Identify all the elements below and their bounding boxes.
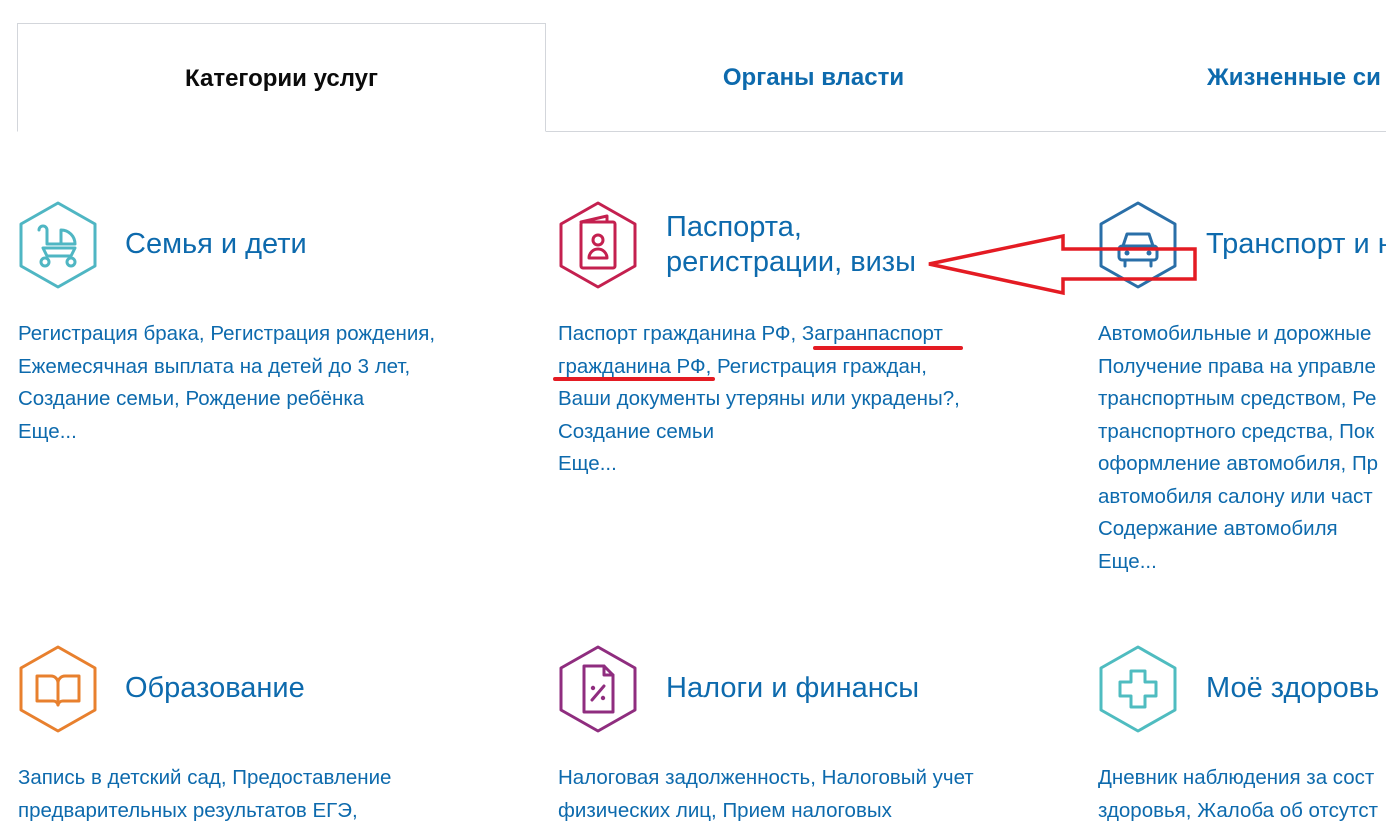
separator: , — [1185, 798, 1198, 822]
stroller-icon[interactable] — [17, 200, 99, 290]
link-tax-debt[interactable]: Налоговая задолженность — [558, 766, 810, 789]
more-link[interactable]: Еще... — [558, 452, 617, 475]
link-family-creation[interactable]: Создание семьи — [558, 420, 714, 443]
category-links: Автомобильные и дорожные Получение права… — [1098, 318, 1378, 578]
annotation-arrow-icon — [928, 233, 1197, 296]
link-line[interactable]: оформление автомобиля, Пр — [1098, 452, 1378, 475]
link-tax-acceptance[interactable]: Прием налоговых — [722, 799, 891, 822]
link-complaint[interactable]: Жалоба об отсутст — [1197, 799, 1378, 822]
title-line: Паспорта, — [666, 211, 802, 243]
link-citizen-registration[interactable]: Регистрация граждан — [717, 355, 921, 378]
category-links: Дневник наблюдения за сост здоровья, Жал… — [1098, 762, 1378, 827]
separator: , — [810, 766, 822, 789]
category-links: Запись в детский сад, Предоставление пре… — [18, 762, 391, 827]
medical-cross-icon[interactable] — [1097, 644, 1179, 734]
link-health-diary[interactable]: Дневник наблюдения за сост — [1098, 766, 1374, 789]
link-child-birth[interactable]: Рождение ребёнка — [185, 387, 364, 410]
separator: , — [220, 766, 233, 789]
link-foreign-passport-cont[interactable]: гражданина РФ — [558, 355, 706, 378]
link-kindergarten[interactable]: Запись в детский сад — [18, 766, 221, 789]
category-title[interactable]: Образование — [125, 671, 305, 706]
link-line[interactable]: транспортного средства, Пок — [1098, 420, 1374, 443]
link-monthly-payment[interactable]: Ежемесячная выплата на детей до 3 лет — [18, 355, 405, 378]
link-car-maintenance[interactable]: Содержание автомобиля — [1098, 517, 1338, 540]
category-title[interactable]: Моё здоровь — [1206, 671, 1379, 706]
tab-service-categories[interactable]: Категории услуг — [17, 23, 546, 132]
category-title[interactable]: Налоги и финансы — [666, 671, 919, 706]
category-title[interactable]: Транспорт и н — [1206, 227, 1386, 262]
separator: , — [429, 322, 436, 345]
link-tax-registration[interactable]: Налоговый учет — [822, 766, 974, 789]
separator: , — [404, 354, 411, 378]
separator: , — [351, 798, 358, 822]
link-marriage-registration[interactable]: Регистрация брака — [18, 322, 199, 345]
annotation-underline — [553, 377, 715, 381]
separator: , — [705, 354, 717, 378]
link-line[interactable]: автомобиля салону или част — [1098, 485, 1373, 508]
annotation-underline — [813, 346, 963, 350]
passport-icon[interactable] — [557, 200, 639, 290]
link-exam-results[interactable]: Предоставление — [232, 766, 391, 789]
separator: , — [921, 354, 927, 378]
more-link[interactable]: Еще... — [1098, 550, 1157, 573]
link-lost-documents[interactable]: Ваши документы утеряны или украдены? — [558, 387, 954, 410]
book-icon[interactable] — [17, 644, 99, 734]
separator: , — [174, 387, 186, 410]
separator: , — [790, 322, 802, 345]
category-links: Регистрация брака, Регистрация рождения,… — [18, 318, 435, 448]
link-tax-registration-cont[interactable]: физических лиц — [558, 799, 711, 822]
category-title[interactable]: Семья и дети — [125, 227, 307, 262]
tabs-bar: Категории услуг Органы власти Жизненные … — [0, 0, 1386, 133]
more-link[interactable]: Еще... — [18, 420, 77, 443]
link-line[interactable]: Автомобильные и дорожные — [1098, 322, 1371, 345]
separator: , — [711, 798, 723, 822]
link-health[interactable]: здоровья — [1098, 799, 1186, 822]
link-line[interactable]: транспортным средством, Ре — [1098, 387, 1376, 410]
tab-authorities[interactable]: Органы власти — [547, 23, 1080, 132]
tax-document-icon[interactable] — [557, 644, 639, 734]
link-family-creation[interactable]: Создание семьи — [18, 387, 174, 410]
link-russian-passport[interactable]: Паспорт гражданина РФ — [558, 322, 791, 345]
link-foreign-passport[interactable]: Загранпаспорт — [802, 322, 943, 345]
separator: , — [954, 387, 960, 410]
tab-life-situations[interactable]: Жизненные си — [1207, 23, 1381, 132]
category-title[interactable]: Паспорта, регистрации, визы — [666, 210, 916, 280]
link-exam-results-cont[interactable]: предварительных результатов ЕГЭ — [18, 799, 352, 822]
category-links: Паспорт гражданина РФ, Загранпаспорт гра… — [558, 318, 960, 481]
link-line[interactable]: Получение права на управле — [1098, 355, 1376, 378]
title-line: регистрации, визы — [666, 246, 916, 278]
separator: , — [198, 322, 211, 345]
link-birth-registration[interactable]: Регистрация рождения — [210, 322, 429, 345]
category-links: Налоговая задолженность, Налоговый учет … — [558, 762, 974, 827]
